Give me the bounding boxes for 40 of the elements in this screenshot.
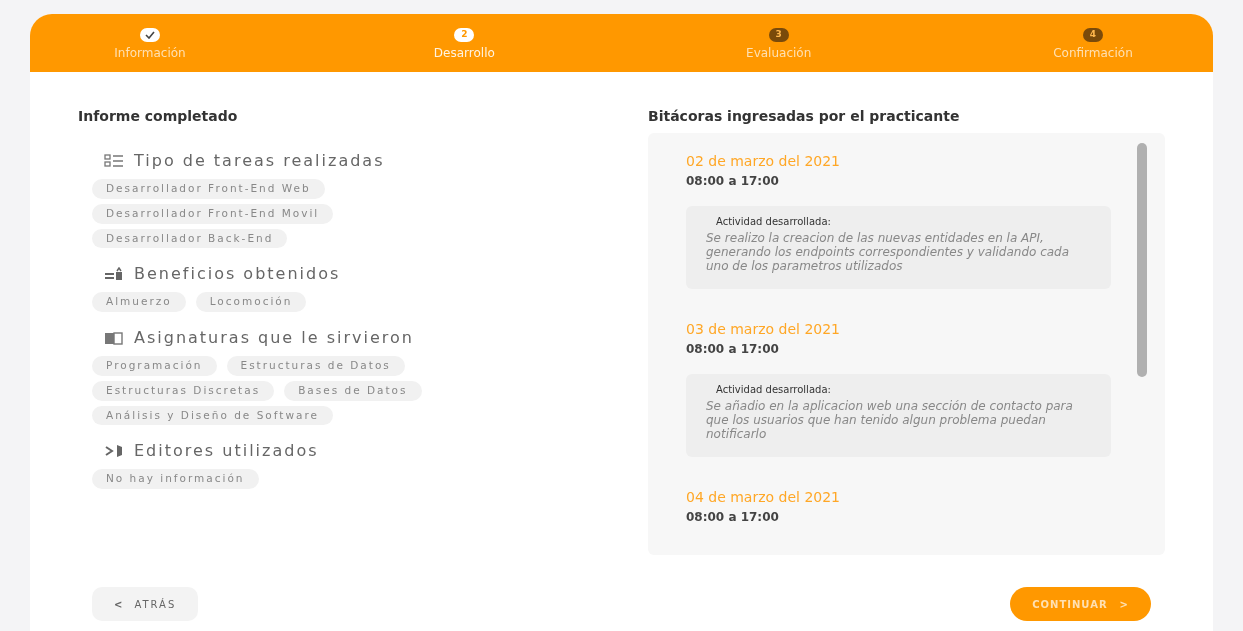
tag-chip: Desarrollador Front-End Web [92, 179, 325, 199]
section-heading: Bitácoras ingresadas por el practicante [648, 107, 961, 126]
tag-chip: No hay información [92, 469, 259, 489]
list-icon [104, 154, 124, 168]
log-time: 08:00 a 17:00 [686, 509, 780, 526]
tag-chip: Análisis y Diseño de Software [92, 405, 333, 426]
activity-label: Actividad desarrollada: [715, 383, 832, 397]
book-icon [104, 331, 124, 345]
log-time: 08:00 a 17:00 [686, 341, 780, 358]
step-label: Confirmación [1053, 45, 1133, 62]
back-button[interactable]: < ATRÁS [92, 587, 199, 621]
log-date: 02 de marzo del 2021 [686, 152, 842, 171]
editor-icon [104, 444, 124, 459]
group-title: Editores utilizados [134, 440, 319, 463]
tag-chip: Programación [92, 356, 217, 376]
tag-chip: Desarrollador Back-End [92, 228, 288, 249]
activity-text: Se añadio en la aplicacion web una sección de contacto para que los usuarios que han tenido algun problema puedan notificarlo [706, 399, 1074, 441]
section-heading: Informe completado [78, 107, 239, 126]
step-marker: 3 [768, 28, 789, 42]
log-date: 04 de marzo del 2021 [686, 488, 842, 507]
tag-chip: Locomoción [195, 292, 307, 312]
scrollbar-thumb[interactable] [1137, 143, 1147, 377]
activity-label: Actividad desarrollada: [715, 215, 832, 229]
tag-chip: Bases de Datos [284, 380, 422, 401]
bars-icon [104, 267, 124, 282]
activity-text: Se realizo la creacion de las nuevas entidades en la API, generando los endpoints correspondientes y validando cada uno de los parametros utilizados [706, 231, 1071, 273]
tag-chip: Almuerzo [92, 292, 186, 312]
step-label: Información [114, 45, 186, 62]
step-label: Desarrollo [433, 45, 495, 62]
step-marker: 2 [454, 28, 475, 42]
step-marker: 4 [1083, 28, 1103, 42]
tag-chip: Estructuras de Datos [226, 356, 405, 376]
group-title: Tipo de tareas realizadas [134, 150, 385, 172]
log-date: 03 de marzo del 2021 [686, 320, 842, 339]
step-label: Evaluación [746, 45, 812, 62]
group-title: Beneficios obtenidos [134, 263, 341, 286]
log-time: 08:00 a 17:00 [686, 173, 780, 190]
group-title: Asignaturas que le sirvieron [134, 327, 414, 349]
tag-chip: Estructuras Discretas [92, 380, 275, 401]
tag-chip: Desarrollador Front-End Movil [92, 203, 334, 224]
